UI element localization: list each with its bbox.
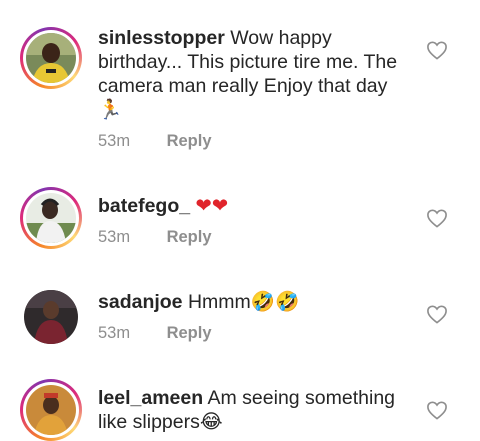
avatar-image bbox=[24, 290, 78, 344]
heart-outline-icon[interactable] bbox=[426, 208, 448, 228]
avatar-image bbox=[26, 385, 76, 435]
heart-outline-icon[interactable] bbox=[426, 304, 448, 324]
comment-username[interactable]: batefego_ bbox=[98, 195, 190, 217]
avatar[interactable] bbox=[24, 290, 78, 344]
avatar[interactable] bbox=[26, 193, 76, 243]
avatar[interactable] bbox=[26, 385, 76, 435]
comment-text: sadanjoe Hmmm🤣🤣 bbox=[98, 290, 398, 314]
red-heart-emoji: ❤❤ bbox=[195, 194, 229, 217]
avatar-image bbox=[26, 33, 76, 83]
comment-item: leel_ameen Am seeing something like slip… bbox=[0, 362, 480, 441]
running-emoji: 🏃 bbox=[98, 98, 123, 121]
comment-text: batefego_ ❤❤ bbox=[98, 194, 398, 218]
comment-username[interactable]: sadanjoe bbox=[98, 291, 183, 313]
comment-timestamp: 53m bbox=[98, 228, 131, 246]
comment-meta: 53m Reply bbox=[98, 324, 212, 343]
comment-item: sadanjoe Hmmm🤣🤣 53m Reply bbox=[0, 266, 480, 362]
heart-outline-icon[interactable] bbox=[426, 400, 448, 420]
comment-item: sinlesstopper Wow happy birthday... This… bbox=[0, 0, 480, 170]
comment-body: Hmmm bbox=[187, 291, 251, 313]
comment-timestamp: 53m bbox=[98, 324, 131, 342]
heart-outline-icon[interactable] bbox=[426, 40, 448, 60]
comment-username[interactable]: leel_ameen bbox=[98, 387, 203, 409]
reply-button[interactable]: Reply bbox=[167, 132, 212, 150]
comment-meta: 53m Reply bbox=[98, 132, 212, 151]
tears-of-joy-emoji: 😂 bbox=[199, 410, 223, 433]
reply-button[interactable]: Reply bbox=[167, 228, 212, 246]
comment-username[interactable]: sinlesstopper bbox=[98, 27, 225, 49]
rofl-emoji: 🤣🤣 bbox=[250, 290, 300, 313]
comment-text: sinlesstopper Wow happy birthday... This… bbox=[98, 26, 398, 122]
comment-timestamp: 53m bbox=[98, 132, 131, 150]
comment-item: batefego_ ❤❤ 53m Reply bbox=[0, 170, 480, 266]
reply-button[interactable]: Reply bbox=[167, 324, 212, 342]
avatar-image bbox=[26, 193, 76, 243]
comment-text: leel_ameen Am seeing something like slip… bbox=[98, 386, 398, 434]
comment-meta: 53m Reply bbox=[98, 228, 212, 247]
avatar[interactable] bbox=[26, 33, 76, 83]
